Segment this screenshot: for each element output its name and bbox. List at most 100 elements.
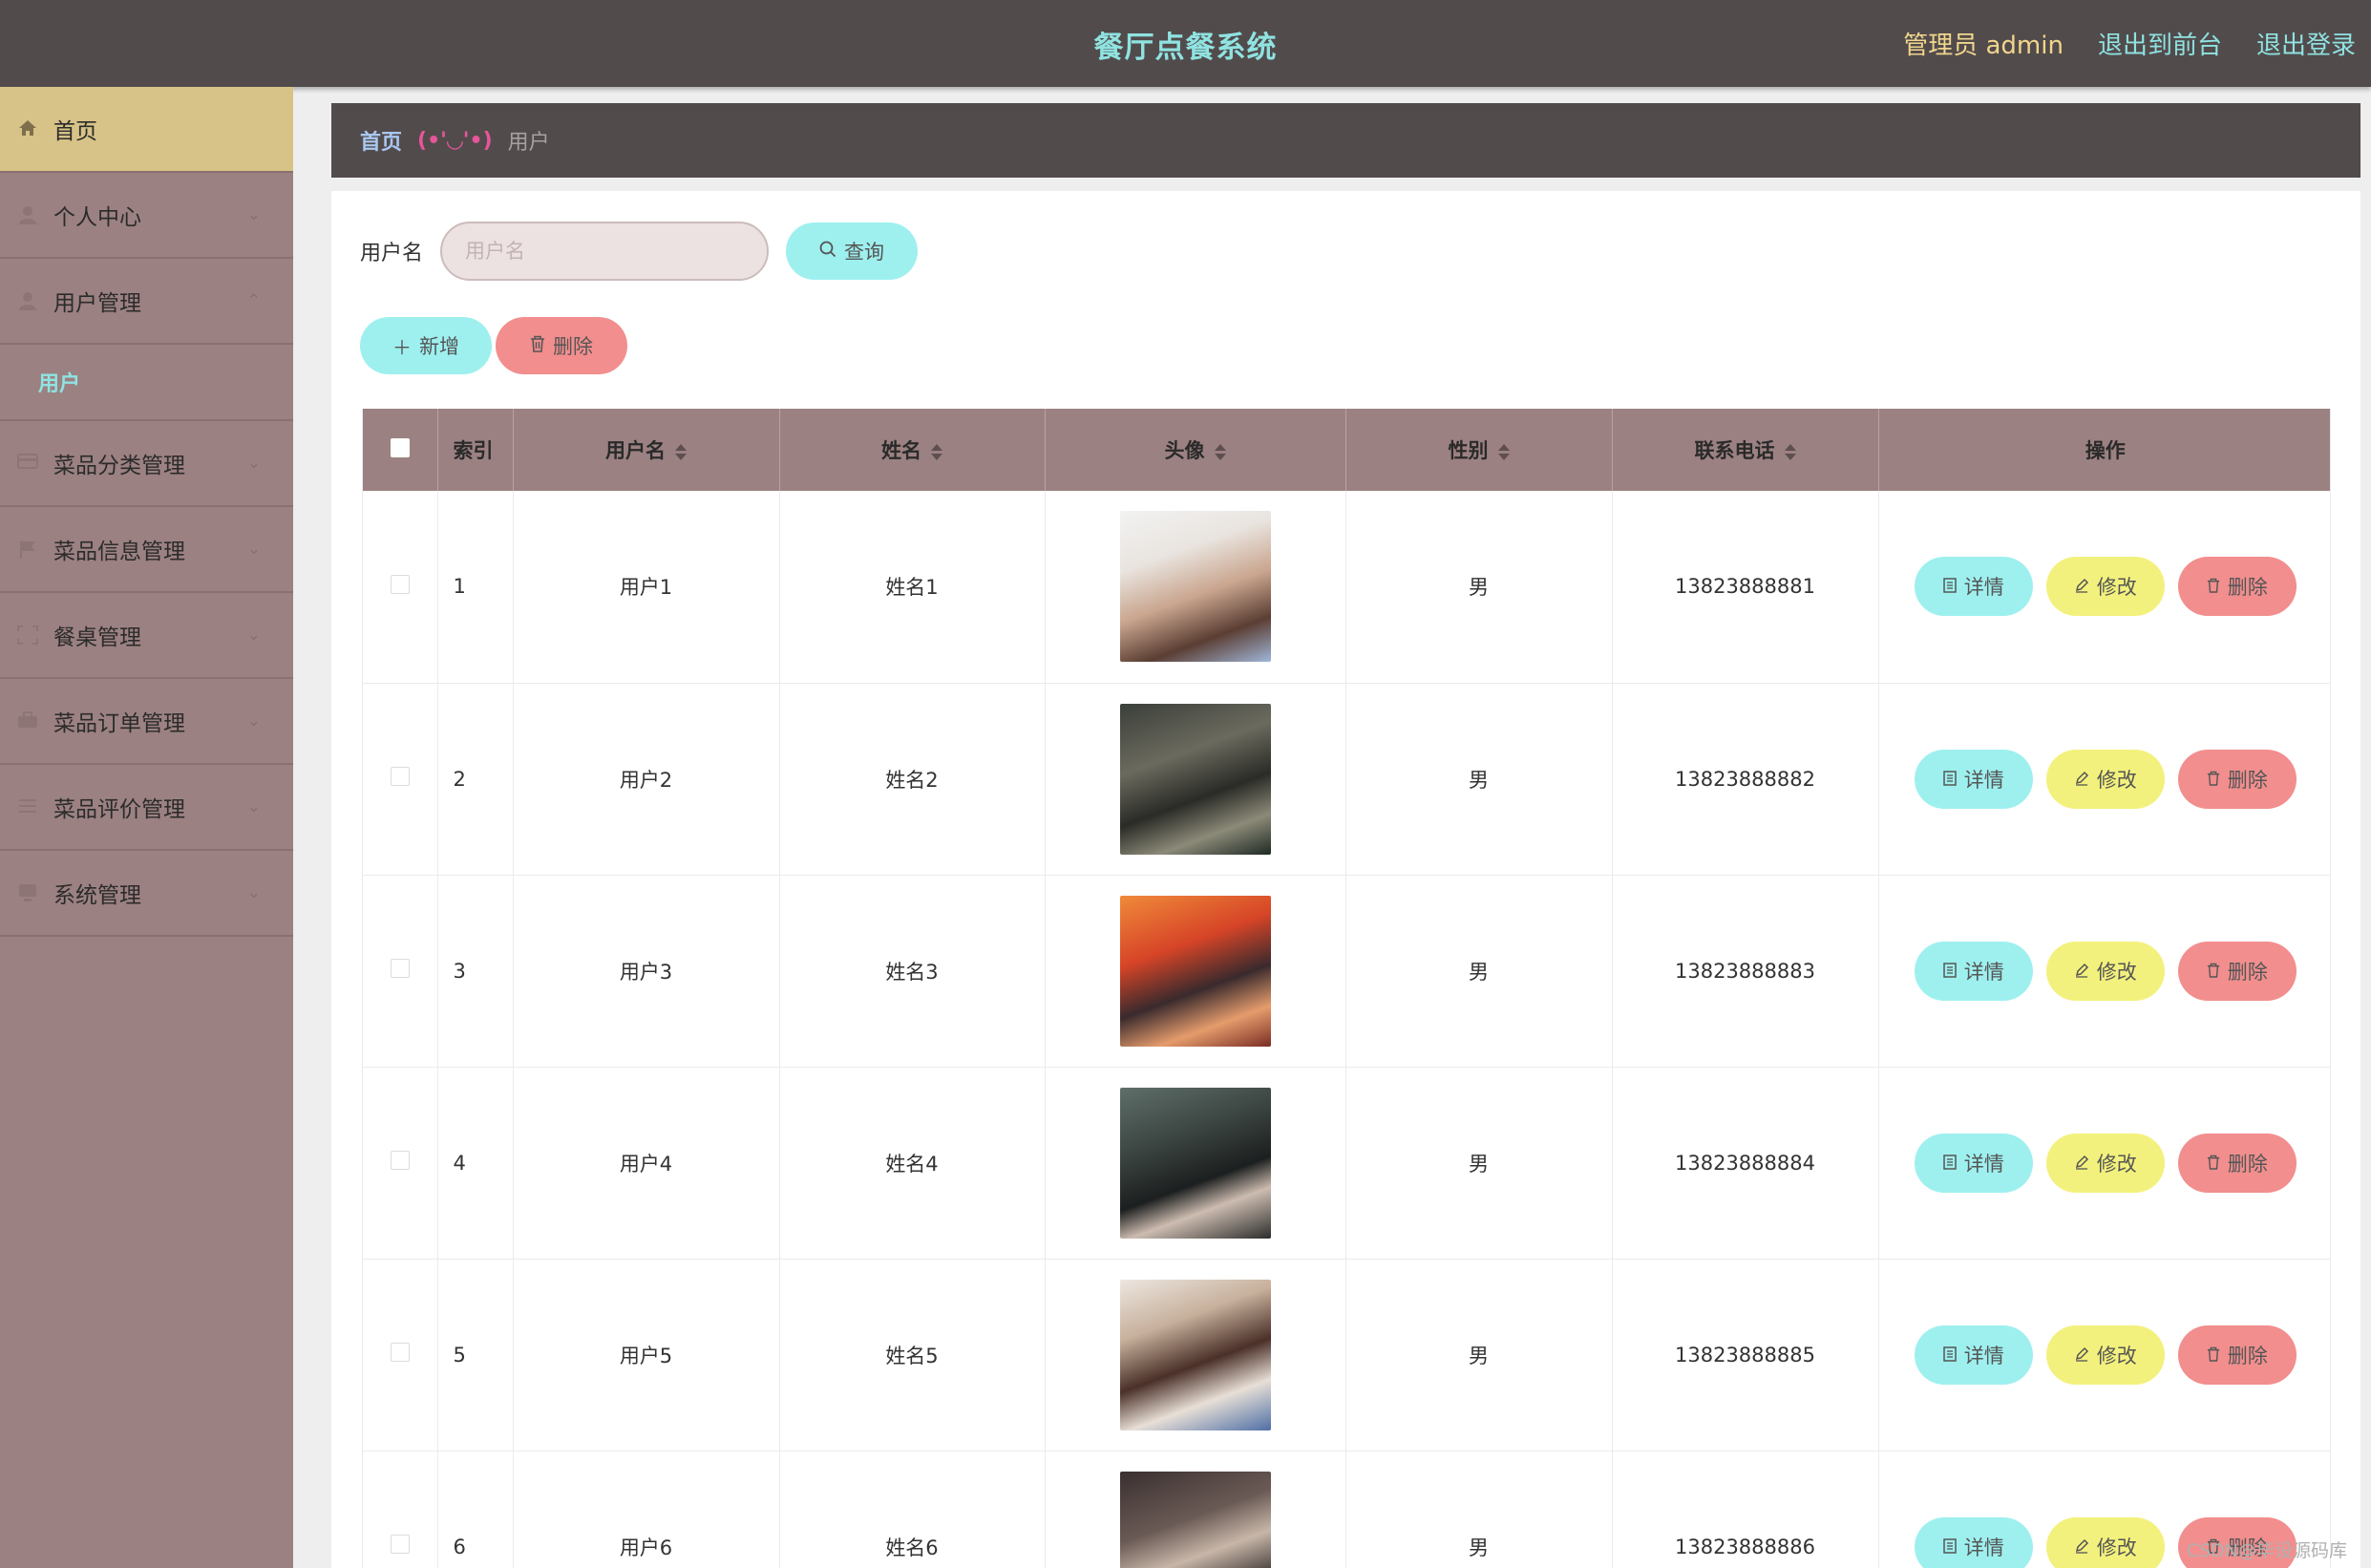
edit-button-label: 修改 [2096,768,2137,792]
column-header-actions: 操作 [1878,409,2330,491]
row-checkbox[interactable] [390,1151,410,1170]
document-icon [1943,575,1957,598]
search-input[interactable] [440,222,770,281]
cell-avatar [1045,491,1346,684]
delete-button[interactable]: 删除 [2177,941,2297,1001]
exit-to-front-link[interactable]: 退出到前台 [2098,26,2222,61]
row-checkbox[interactable] [390,574,410,594]
detail-button[interactable]: 详情 [1914,557,2033,617]
cell-phone: 13823888883 [1612,875,1879,1068]
avatar[interactable] [1119,703,1271,855]
delete-button[interactable]: 删除 [2177,557,2297,617]
batch-delete-button[interactable]: 删除 [496,317,627,374]
row-checkbox[interactable] [390,959,410,978]
column-header-username[interactable]: 用户名 [513,409,780,491]
cell-index: 1 [437,491,514,684]
detail-button[interactable]: 详情 [1914,1324,2033,1385]
detail-button[interactable]: 详情 [1914,941,2033,1001]
delete-button[interactable]: 删除 [2177,749,2297,809]
delete-button[interactable]: 删除 [2177,1133,2297,1193]
cell-index: 5 [437,1259,514,1451]
sort-icon[interactable] [931,443,942,460]
add-button-label: 新增 [419,335,459,358]
trash-icon [2207,768,2220,791]
select-all-checkbox[interactable] [390,437,410,457]
breadcrumb-current: 用户 [507,131,550,155]
column-header-gender[interactable]: 性别 [1345,409,1613,491]
pen-icon [2074,1152,2089,1175]
edit-button[interactable]: 修改 [2045,941,2165,1001]
column-header-name[interactable]: 姓名 [779,409,1046,491]
sidebar-item-dish-category[interactable]: 菜品分类管理 ⌄ [0,421,293,507]
row-actions: 详情 修改 删除 [1879,941,2331,1001]
sidebar-item-system[interactable]: 系统管理 ⌄ [0,851,293,937]
sidebar-item-dish-order[interactable]: 菜品订单管理 ⌄ [0,679,293,765]
avatar[interactable] [1119,1279,1271,1430]
row-checkbox[interactable] [390,1343,410,1362]
edit-button[interactable]: 修改 [2045,749,2165,809]
cell-avatar [1045,1067,1346,1260]
column-header-label: 联系电话 [1694,439,1775,462]
sidebar-item-home[interactable]: 首页 [0,87,293,173]
cell-gender: 男 [1345,1259,1613,1451]
column-header-label: 性别 [1448,439,1489,462]
query-button[interactable]: 查询 [786,222,919,280]
delete-button-label: 删除 [2227,1344,2268,1367]
cell-phone: 13823888885 [1612,1259,1879,1451]
detail-button-label: 详情 [1963,1152,2004,1176]
detail-button[interactable]: 详情 [1914,1133,2033,1193]
edit-button[interactable]: 修改 [2045,1516,2165,1568]
avatar[interactable] [1119,895,1271,1047]
top-header: 餐厅点餐系统 管理员 admin 退出到前台 退出登录 [0,0,2371,87]
column-header-phone[interactable]: 联系电话 [1612,409,1879,491]
row-select-cell [363,875,438,1068]
cell-actions: 详情 修改 删除 [1878,491,2330,684]
document-icon [1943,1344,1957,1367]
logout-link[interactable]: 退出登录 [2256,26,2356,61]
column-header-avatar[interactable]: 头像 [1045,409,1346,491]
list-icon [17,797,38,816]
sort-icon[interactable] [1214,443,1226,460]
sidebar-subitem-user[interactable]: 用户 [0,345,293,421]
detail-button[interactable]: 详情 [1914,1516,2033,1568]
row-actions: 详情 修改 删除 [1879,1133,2331,1193]
edit-button[interactable]: 修改 [2045,557,2165,617]
breadcrumb-home[interactable]: 首页 [360,125,402,156]
sort-icon[interactable] [1497,443,1510,460]
sidebar-item-user-management[interactable]: 用户管理 ⌃ [0,259,293,345]
row-checkbox[interactable] [390,767,410,786]
cell-gender: 男 [1345,491,1613,684]
cell-username: 用户2 [513,683,780,876]
detail-button-label: 详情 [1963,960,2004,984]
add-button[interactable]: ＋ 新增 [360,317,492,374]
edit-button-label: 修改 [2096,576,2137,600]
delete-button[interactable]: 删除 [2177,1324,2297,1385]
avatar[interactable] [1119,1087,1271,1239]
row-select-cell [363,1451,438,1568]
avatar[interactable] [1119,1471,1271,1568]
delete-button-label: 删除 [2227,960,2268,984]
cell-actions: 详情 修改 删除 [1878,1259,2330,1451]
home-icon [17,119,38,138]
chevron-down-icon: ⌄ [246,625,261,645]
delete-button-label: 删除 [2227,1152,2268,1176]
search-form: 用户名 查询 [360,222,919,281]
sort-icon[interactable] [1784,443,1796,460]
cell-username: 用户1 [513,491,780,684]
sidebar-item-personal-center[interactable]: 个人中心 ⌄ [0,173,293,259]
sidebar-item-dish-info[interactable]: 菜品信息管理 ⌄ [0,507,293,593]
row-checkbox[interactable] [390,1535,410,1554]
sidebar-item-table-management[interactable]: 餐桌管理 ⌄ [0,593,293,679]
chevron-down-icon: ⌄ [246,540,261,559]
detail-button[interactable]: 详情 [1914,749,2033,809]
edit-button[interactable]: 修改 [2045,1324,2165,1385]
detail-button-label: 详情 [1963,1536,2004,1559]
table-row: 4 用户4 姓名4 男 13823888884 详情 修改 删除 [363,1067,2331,1260]
avatar[interactable] [1119,511,1271,663]
cell-gender: 男 [1345,683,1613,876]
edit-button[interactable]: 修改 [2045,1133,2165,1193]
cell-index: 3 [437,875,514,1068]
sidebar-item-dish-review[interactable]: 菜品评价管理 ⌄ [0,765,293,851]
cell-index: 6 [437,1451,514,1568]
sort-icon[interactable] [675,443,687,460]
